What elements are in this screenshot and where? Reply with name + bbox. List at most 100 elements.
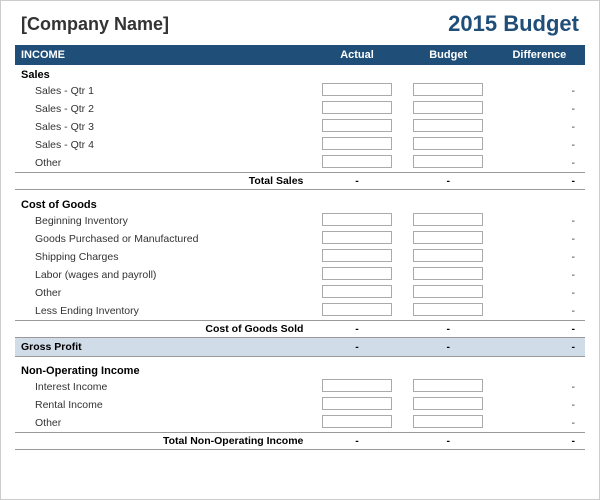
non-op-row-2: Other - [15, 414, 585, 433]
sales-label: Sales [15, 65, 585, 82]
total-non-op-budget: - [403, 433, 494, 450]
total-non-op-label: Total Non-Operating Income [15, 433, 311, 450]
sales-qtr2-diff: - [494, 100, 585, 118]
cog-row-5: Less Ending Inventory - [15, 302, 585, 321]
non-op-row2-actual[interactable] [311, 414, 402, 433]
sales-qtr1-row: Sales - Qtr 1 - [15, 82, 585, 100]
sales-qtr4-label: Sales - Qtr 4 [15, 136, 311, 154]
sales-qtr2-budget-cell[interactable] [403, 100, 494, 118]
cog-row5-label: Less Ending Inventory [15, 302, 311, 321]
non-op-row1-actual[interactable] [311, 396, 402, 414]
cog-row4-budget[interactable] [403, 284, 494, 302]
total-cog-label: Cost of Goods Sold [15, 320, 311, 337]
sales-qtr3-label: Sales - Qtr 3 [15, 118, 311, 136]
col-difference-header: Difference [494, 45, 585, 65]
col-income-header: INCOME [15, 45, 311, 65]
cog-row5-budget[interactable] [403, 302, 494, 321]
table-container: INCOME Actual Budget Difference Sales Sa… [1, 45, 599, 450]
non-op-row0-diff: - [494, 378, 585, 396]
col-budget-header: Budget [403, 45, 494, 65]
cog-row3-actual[interactable] [311, 266, 402, 284]
page: [Company Name] 2015 Budget INCOME Actual… [0, 0, 600, 500]
cog-row-1: Goods Purchased or Manufactured - [15, 230, 585, 248]
sales-other-budget-cell[interactable] [403, 154, 494, 173]
gross-profit-actual: - [311, 337, 402, 356]
sales-qtr4-row: Sales - Qtr 4 - [15, 136, 585, 154]
sales-qtr1-actual-cell[interactable] [311, 82, 402, 100]
non-op-row2-diff: - [494, 414, 585, 433]
table-header-row: INCOME Actual Budget Difference [15, 45, 585, 65]
total-non-op-actual: - [311, 433, 402, 450]
non-op-label: Non-Operating Income [15, 361, 585, 378]
cog-row1-actual[interactable] [311, 230, 402, 248]
budget-table: INCOME Actual Budget Difference Sales Sa… [15, 45, 585, 450]
non-op-row1-label: Rental Income [15, 396, 311, 414]
cog-row2-budget[interactable] [403, 248, 494, 266]
non-op-row0-label: Interest Income [15, 378, 311, 396]
sales-qtr3-diff: - [494, 118, 585, 136]
sales-qtr4-budget-cell[interactable] [403, 136, 494, 154]
sales-qtr1-diff: - [494, 82, 585, 100]
total-sales-budget: - [403, 173, 494, 190]
non-op-row-0: Interest Income - [15, 378, 585, 396]
cog-row2-label: Shipping Charges [15, 248, 311, 266]
cog-row-3: Labor (wages and payroll) - [15, 266, 585, 284]
non-op-row2-budget[interactable] [403, 414, 494, 433]
cog-row-0: Beginning Inventory - [15, 212, 585, 230]
sales-section-header: Sales [15, 65, 585, 82]
non-op-row-1: Rental Income - [15, 396, 585, 414]
total-non-op-diff: - [494, 433, 585, 450]
non-op-row0-budget[interactable] [403, 378, 494, 396]
cog-row3-diff: - [494, 266, 585, 284]
col-actual-header: Actual [311, 45, 402, 65]
gross-profit-budget: - [403, 337, 494, 356]
cog-row5-actual[interactable] [311, 302, 402, 321]
cog-row1-diff: - [494, 230, 585, 248]
cog-row4-actual[interactable] [311, 284, 402, 302]
non-op-row0-actual[interactable] [311, 378, 402, 396]
gross-profit-row: Gross Profit - - - [15, 337, 585, 356]
cog-row3-budget[interactable] [403, 266, 494, 284]
non-op-row1-diff: - [494, 396, 585, 414]
total-cog-actual: - [311, 320, 402, 337]
cog-row3-label: Labor (wages and payroll) [15, 266, 311, 284]
total-cog-row: Cost of Goods Sold - - - [15, 320, 585, 337]
cog-row-2: Shipping Charges - [15, 248, 585, 266]
sales-other-label: Other [15, 154, 311, 173]
cog-row2-actual[interactable] [311, 248, 402, 266]
sales-other-actual-cell[interactable] [311, 154, 402, 173]
header: [Company Name] 2015 Budget [1, 1, 599, 45]
budget-title: 2015 Budget [448, 11, 579, 37]
cog-row4-diff: - [494, 284, 585, 302]
cog-section-header: Cost of Goods [15, 195, 585, 212]
cog-label: Cost of Goods [15, 195, 585, 212]
cog-row0-budget[interactable] [403, 212, 494, 230]
sales-qtr2-label: Sales - Qtr 2 [15, 100, 311, 118]
cog-row-4: Other - [15, 284, 585, 302]
total-non-op-row: Total Non-Operating Income - - - [15, 433, 585, 450]
cog-row4-label: Other [15, 284, 311, 302]
cog-row0-label: Beginning Inventory [15, 212, 311, 230]
total-sales-label: Total Sales [15, 173, 311, 190]
non-op-row2-label: Other [15, 414, 311, 433]
cog-row1-budget[interactable] [403, 230, 494, 248]
cog-row1-label: Goods Purchased or Manufactured [15, 230, 311, 248]
cog-row5-diff: - [494, 302, 585, 321]
sales-qtr3-budget-cell[interactable] [403, 118, 494, 136]
sales-other-diff: - [494, 154, 585, 173]
total-cog-diff: - [494, 320, 585, 337]
sales-qtr4-actual-cell[interactable] [311, 136, 402, 154]
non-op-row1-budget[interactable] [403, 396, 494, 414]
sales-qtr1-budget-cell[interactable] [403, 82, 494, 100]
cog-row2-diff: - [494, 248, 585, 266]
sales-qtr2-actual-cell[interactable] [311, 100, 402, 118]
sales-qtr4-diff: - [494, 136, 585, 154]
company-name: [Company Name] [21, 14, 169, 35]
sales-qtr3-actual-cell[interactable] [311, 118, 402, 136]
total-sales-row: Total Sales - - - [15, 173, 585, 190]
total-sales-diff: - [494, 173, 585, 190]
cog-row0-diff: - [494, 212, 585, 230]
gross-profit-diff: - [494, 337, 585, 356]
cog-row0-actual[interactable] [311, 212, 402, 230]
non-op-section-header: Non-Operating Income [15, 361, 585, 378]
